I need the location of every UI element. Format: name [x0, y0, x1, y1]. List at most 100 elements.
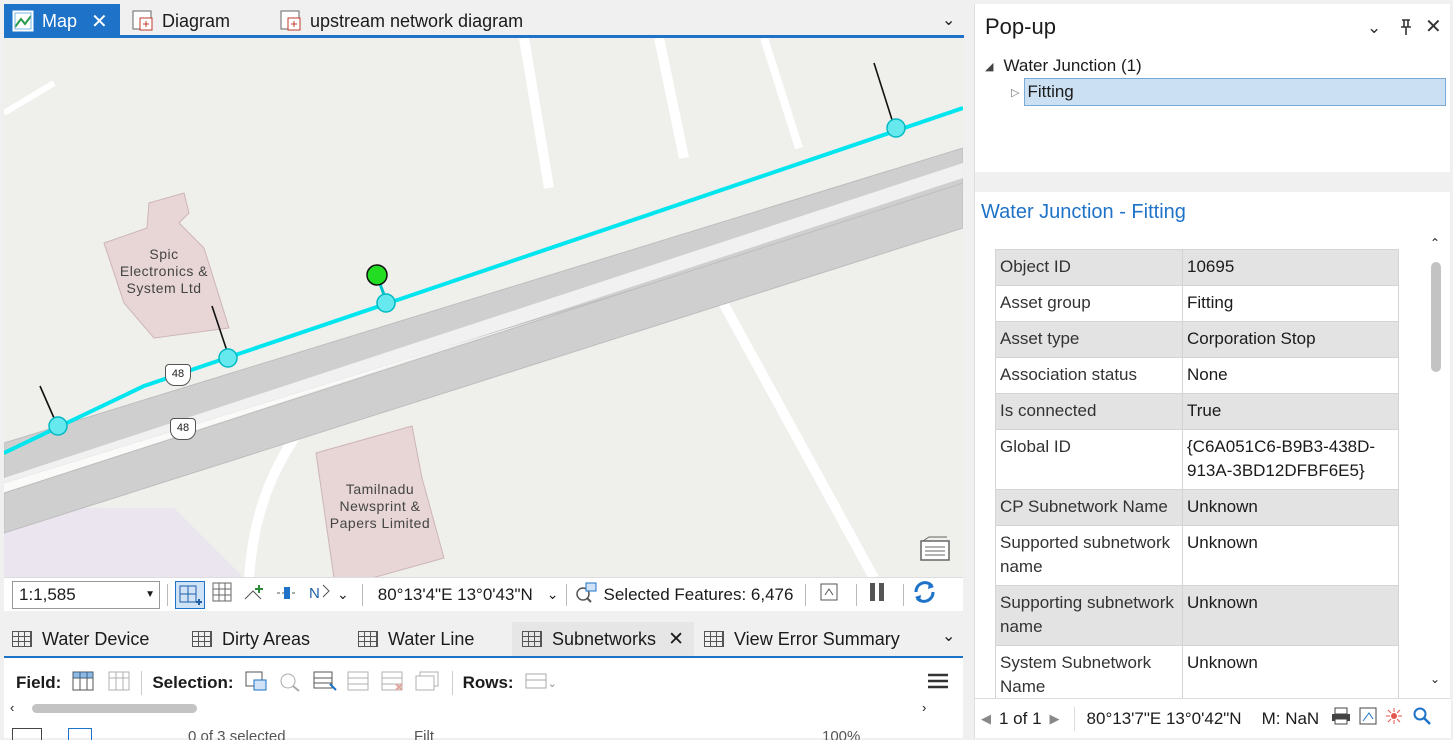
delete-selected-icon[interactable]: [380, 670, 406, 697]
scroll-right-icon[interactable]: ›: [922, 700, 926, 715]
scale-dropdown[interactable]: 1:1,585 ▼: [12, 580, 160, 609]
add-field-icon[interactable]: [71, 670, 95, 697]
search-icon[interactable]: [1413, 707, 1432, 730]
chevron-down-icon[interactable]: ⌄: [942, 626, 955, 646]
building-label-spic: Spic Electronics & System Ltd: [119, 246, 209, 296]
selection-label: Selection:: [152, 673, 234, 692]
scrollbar-thumb[interactable]: [1431, 262, 1441, 372]
attribute-value: None: [1182, 357, 1399, 394]
tree-node-water-junction[interactable]: ◢ Water Junction (1): [985, 56, 1142, 76]
svg-text:N: N: [309, 585, 320, 602]
scrollbar-thumb[interactable]: [32, 704, 197, 713]
tab-upstream-network-diagram[interactable]: upstream network diagram: [272, 4, 572, 38]
tab-water-line[interactable]: Water Line: [358, 622, 474, 656]
popup-pane: Pop-up ⌄ ✕ ◢ Water Junction (1) ▷ Fittin…: [974, 4, 1451, 738]
pager-text: 1 of 1: [999, 708, 1042, 728]
tab-label: Dirty Areas: [222, 628, 311, 649]
tab-view-error-summary[interactable]: View Error Summary: [704, 622, 900, 656]
attribute-key: Asset group: [995, 285, 1183, 322]
document-tab-bar: Map ✕ Diagram upstream network diagram ⌄: [0, 0, 964, 38]
chevron-down-icon[interactable]: ⌄: [1367, 18, 1381, 38]
rows-label: Rows:: [462, 673, 514, 692]
attribute-row: System Subnetwork Name Unknown: [995, 645, 1399, 706]
copy-selected-icon[interactable]: [414, 670, 440, 697]
grid-snap-icon[interactable]: [175, 580, 205, 609]
constraints-icon[interactable]: [243, 581, 267, 608]
attribute-row: Supporting subnetwork name Unknown: [995, 585, 1399, 646]
map-canvas: [4, 38, 963, 578]
tab-label: upstream network diagram: [310, 10, 524, 31]
map-status-bar: 1:1,585 ▼ N ⌄ 80°13'4"E 13°0'43"N ⌄ Sele…: [4, 577, 963, 611]
basemap-legend-icon[interactable]: [919, 536, 951, 562]
scroll-left-icon[interactable]: ‹: [10, 700, 14, 715]
chevron-down-icon[interactable]: ⌄: [942, 10, 955, 30]
refresh-view-icon[interactable]: [819, 581, 839, 608]
horizontal-scrollbar[interactable]: ‹ ›: [10, 700, 940, 716]
vertical-scrollbar[interactable]: ⌃ ⌄: [1425, 232, 1447, 692]
snapping-icon[interactable]: [275, 581, 299, 608]
attribute-row: Is connected True: [995, 393, 1399, 430]
attribute-row: CP Subnetwork Name Unknown: [995, 489, 1399, 526]
rows-menu-icon[interactable]: [524, 670, 548, 697]
tree-expanded-icon[interactable]: ◢: [985, 60, 993, 73]
show-selected-records-icon[interactable]: [68, 728, 92, 740]
attribute-value: True: [1182, 393, 1399, 430]
chevron-down-icon[interactable]: ⌄: [547, 586, 559, 603]
scroll-down-icon[interactable]: ⌄: [1430, 672, 1440, 686]
tab-diagram[interactable]: Diagram: [124, 4, 274, 38]
grid-icon[interactable]: [211, 581, 233, 608]
attribute-key: Association status: [995, 357, 1183, 394]
pane-title: Pop-up: [985, 14, 1056, 39]
previous-icon[interactable]: ◀: [981, 711, 991, 727]
attribute-value: Fitting: [1182, 285, 1399, 322]
feature-title: Water Junction - Fitting: [981, 201, 1186, 223]
close-icon[interactable]: ✕: [1425, 14, 1442, 39]
attribute-key: Object ID: [995, 249, 1183, 286]
show-all-records-icon[interactable]: [12, 728, 42, 740]
tab-water-device[interactable]: Water Device: [12, 622, 149, 656]
table-status-bar: 0 of 3 selected Filt 100%: [4, 722, 963, 740]
selection-status: 0 of 3 selected: [188, 728, 286, 740]
north-arrow-icon[interactable]: N: [307, 581, 333, 608]
attribute-row: Supported subnetwork name Unknown: [995, 525, 1399, 586]
scroll-up-icon[interactable]: ⌃: [1430, 236, 1440, 250]
zoom-to-selection-icon[interactable]: [278, 670, 304, 697]
next-icon[interactable]: ▶: [1050, 711, 1060, 727]
attribute-value: Unknown: [1182, 645, 1399, 706]
selected-features-icon[interactable]: [574, 581, 598, 608]
pane-divider[interactable]: [975, 172, 1451, 192]
clear-selection-icon[interactable]: [346, 670, 372, 697]
refresh-icon[interactable]: [911, 579, 939, 610]
tab-dirty-areas[interactable]: Dirty Areas: [192, 622, 310, 656]
calculate-field-icon[interactable]: [107, 670, 131, 697]
table-icon: [192, 631, 212, 647]
pin-icon[interactable]: [1399, 18, 1413, 41]
close-icon[interactable]: ✕: [91, 9, 108, 34]
diagram-icon: [280, 10, 302, 32]
chevron-down-icon[interactable]: ⌄: [337, 586, 349, 603]
attribute-row: Association status None: [995, 357, 1399, 394]
print-icon[interactable]: [1331, 707, 1351, 730]
tab-label: View Error Summary: [734, 628, 900, 649]
tree-node-fitting[interactable]: ▷ Fitting: [1011, 78, 1447, 106]
switch-selection-icon[interactable]: [312, 670, 338, 697]
scale-value: 1:1,585: [19, 584, 76, 604]
menu-icon[interactable]: [927, 671, 949, 696]
tree-collapsed-icon[interactable]: ▷: [1011, 86, 1019, 99]
close-icon[interactable]: ✕: [668, 628, 684, 651]
pause-drawing-icon[interactable]: [868, 581, 886, 608]
caret-down-icon[interactable]: ⌄: [548, 677, 557, 690]
coordinates-readout: 80°13'4"E 13°0'43"N: [377, 584, 533, 604]
m-value: M: NaN: [1261, 708, 1320, 728]
map-view[interactable]: Spic Electronics & System Ltd Tamilnadu …: [4, 38, 963, 578]
map-icon: [12, 10, 34, 32]
table-tab-bar: Water Device Dirty Areas Water Line Subn…: [4, 622, 963, 656]
tab-map[interactable]: Map ✕: [4, 4, 120, 38]
attribute-row: Object ID 10695: [995, 249, 1399, 286]
select-by-attributes-icon[interactable]: [244, 670, 270, 697]
selected-features-count: Selected Features: 6,476: [603, 584, 794, 604]
tree-node-label: Fitting: [1024, 78, 1447, 106]
zoom-to-icon[interactable]: [1359, 707, 1377, 730]
tab-subnetworks[interactable]: Subnetworks ✕: [512, 622, 694, 656]
flash-icon[interactable]: [1385, 707, 1403, 730]
